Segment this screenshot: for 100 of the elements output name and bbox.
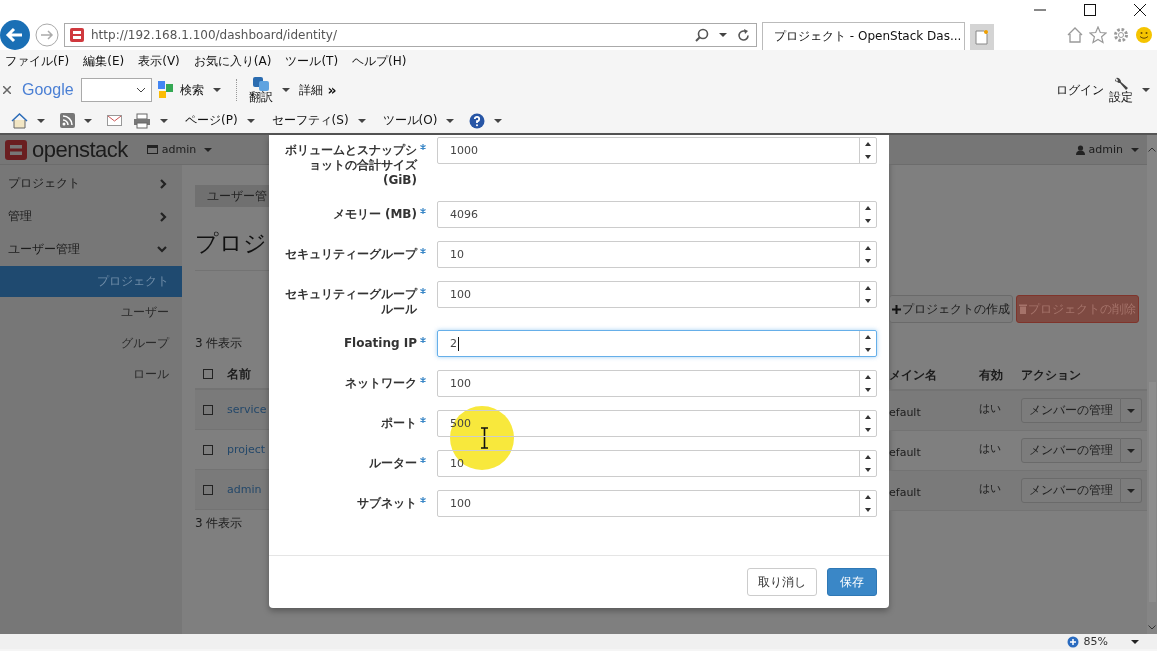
field-label: サブネット <box>357 496 417 512</box>
user-menu[interactable]: admin <box>1075 143 1139 156</box>
chevron-down-icon <box>157 246 167 253</box>
search-icon[interactable] <box>695 28 709 42</box>
command-menu[interactable]: セーフティ(S) <box>271 112 349 129</box>
caret-icon[interactable] <box>719 33 727 37</box>
save-button[interactable]: 保存 <box>827 568 877 596</box>
brand-name: openstack <box>32 136 128 163</box>
menu-item[interactable]: ヘルプ(H) <box>352 52 407 70</box>
caret-icon[interactable] <box>1131 639 1139 644</box>
translate-button[interactable]: 翻訳 <box>248 77 273 103</box>
menu-item[interactable]: 編集(E) <box>83 52 125 70</box>
address-bar[interactable]: http://192.168.1.100/dashboard/identity/ <box>64 23 757 47</box>
sidebar-item[interactable]: プロジェクト <box>0 167 182 200</box>
checkbox[interactable] <box>203 369 213 379</box>
dropdown-toggle[interactable] <box>1121 398 1142 423</box>
openstack-logo-icon <box>69 27 85 43</box>
settings-button[interactable]: 設定 <box>1109 77 1133 103</box>
column-header: 名前 <box>227 365 251 383</box>
number-field[interactable]: 100 <box>437 490 877 517</box>
command-menu[interactable]: ツール(O) <box>382 112 438 129</box>
feed-icon[interactable] <box>60 113 75 128</box>
mail-icon[interactable] <box>107 115 122 126</box>
number-field[interactable]: 4096 <box>437 201 877 228</box>
refresh-icon[interactable] <box>737 28 750 42</box>
caret-icon[interactable] <box>84 118 92 123</box>
scrollbar[interactable] <box>1147 135 1157 634</box>
field-label: セキュリティーグループルール <box>285 287 417 317</box>
home-icon[interactable] <box>11 112 28 129</box>
login-link[interactable]: ログイン <box>1056 81 1104 99</box>
field-label: ポート <box>381 416 417 432</box>
zoom-level[interactable]: 85% <box>1083 635 1108 648</box>
caret-icon[interactable] <box>246 118 255 123</box>
menu-item[interactable]: ファイル(F) <box>5 52 70 70</box>
table-cell-text: はい <box>979 441 1002 456</box>
caret-icon[interactable] <box>160 118 168 123</box>
caret-icon[interactable] <box>357 118 366 123</box>
overflow-button[interactable]: » <box>327 82 337 98</box>
number-field[interactable]: 1000 <box>437 137 877 164</box>
column-header: メイン名 <box>889 366 938 384</box>
column-header: アクション <box>1021 366 1081 384</box>
url-text: http://192.168.1.100/dashboard/identity/ <box>91 28 338 42</box>
chevron-right-icon <box>160 178 167 189</box>
dropdown-toggle[interactable] <box>1121 478 1142 503</box>
create-project-button[interactable]: プロジェクトの作成 <box>889 295 1013 323</box>
page-icon <box>975 29 989 45</box>
manage-members-button[interactable]: メンバーの管理 <box>1021 438 1121 463</box>
table-cell-text: efault <box>889 405 922 419</box>
back-button[interactable] <box>0 20 30 50</box>
search-button[interactable]: 検索 <box>179 81 204 99</box>
maximize-icon[interactable] <box>1084 4 1096 16</box>
browser-tab[interactable]: プロジェクト - OpenStack Das... <box>762 22 965 50</box>
wrench-icon <box>1113 77 1129 91</box>
chevron-right-icon <box>160 211 167 222</box>
zoom-icon[interactable] <box>1066 635 1079 648</box>
caret-icon[interactable] <box>281 88 290 92</box>
sidebar-item[interactable]: 管理 <box>0 200 182 233</box>
field-label: ネットワーク <box>345 376 417 392</box>
more-button[interactable]: 詳細 <box>298 81 323 99</box>
command-menu[interactable]: ページ(P) <box>185 112 238 129</box>
chevron-up-icon <box>1148 147 1156 152</box>
home-icon[interactable] <box>1066 26 1084 44</box>
manage-members-button[interactable]: メンバーの管理 <box>1021 478 1121 503</box>
item-count: 3 件表示 <box>195 515 244 531</box>
menu-item[interactable]: お気に入り(A) <box>193 52 272 70</box>
checkbox[interactable] <box>203 484 213 495</box>
google-search-icon[interactable] <box>156 80 175 100</box>
caret-icon[interactable] <box>37 118 45 123</box>
field-label: Floating IP <box>343 336 417 352</box>
sidebar-item[interactable]: ユーザー管理 <box>0 233 182 266</box>
caret-icon[interactable] <box>212 88 221 92</box>
project-dropdown[interactable]: admin <box>146 143 213 156</box>
checkbox[interactable] <box>203 444 213 455</box>
manage-members-button[interactable]: メンバーの管理 <box>1021 398 1121 423</box>
translate-icon <box>252 77 269 91</box>
menu-item[interactable]: ツール(T) <box>285 52 339 70</box>
number-field[interactable]: 2 <box>437 330 877 357</box>
number-field[interactable]: 10 <box>437 241 877 268</box>
openstack-logo-icon <box>5 139 27 160</box>
chevron-down-icon <box>1148 625 1156 630</box>
cancel-button[interactable]: 取り消し <box>747 568 817 596</box>
table-cell-text: はい <box>979 481 1002 496</box>
number-field[interactable]: 100 <box>437 370 877 397</box>
table-cell-text: はい <box>979 401 1002 416</box>
print-icon[interactable] <box>133 112 151 129</box>
number-field[interactable]: 100 <box>437 281 877 308</box>
star-icon[interactable] <box>1089 26 1107 44</box>
caret-icon[interactable] <box>1142 88 1150 92</box>
checkbox[interactable] <box>203 404 213 415</box>
breadcrumb: ユーザー管 <box>195 185 269 207</box>
dropdown-toggle[interactable] <box>1121 438 1142 463</box>
settings-icon[interactable] <box>1112 26 1130 44</box>
close-icon[interactable] <box>1134 4 1146 16</box>
google-logo: Google <box>22 81 74 99</box>
caret-icon[interactable] <box>494 118 503 123</box>
smiley-icon[interactable] <box>1135 26 1153 44</box>
help-icon[interactable] <box>469 112 486 129</box>
menu-item[interactable]: 表示(V) <box>138 52 180 70</box>
project-icon <box>146 145 158 154</box>
caret-icon[interactable] <box>446 118 455 123</box>
